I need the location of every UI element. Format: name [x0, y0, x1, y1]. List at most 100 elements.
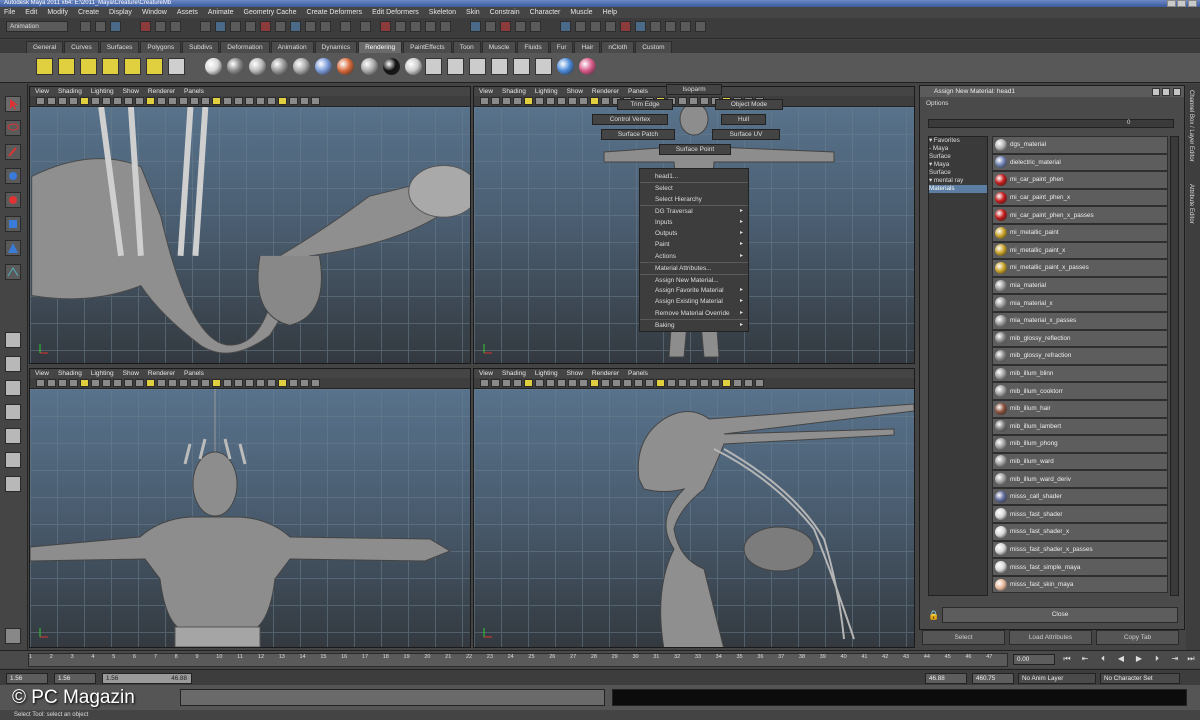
menu-animate[interactable]: Animate [208, 9, 234, 16]
panel-tool-icon[interactable] [234, 97, 243, 105]
tree-node[interactable]: Materials [929, 185, 987, 193]
blinn-material-icon[interactable] [205, 58, 222, 75]
maximize-button[interactable] [1177, 0, 1186, 7]
marking-menu-surface-uv[interactable]: Surface UV [712, 129, 780, 140]
select-by-component-icon[interactable] [500, 21, 511, 32]
panel-tool-icon[interactable] [58, 97, 67, 105]
menu-file[interactable]: File [4, 9, 15, 16]
panel-tool-icon[interactable] [69, 379, 78, 387]
save-scene-icon[interactable] [110, 21, 121, 32]
context-menu-item[interactable]: DG Traversal ▸ [640, 205, 748, 216]
save-scene-icon[interactable] [440, 21, 451, 32]
rename-icon[interactable] [360, 21, 371, 32]
four-view-layout-icon[interactable] [5, 356, 21, 372]
minimize-button[interactable] [1167, 0, 1176, 7]
panel-tool-icon[interactable] [311, 379, 320, 387]
marking-menu-surface-point[interactable]: Surface Point [659, 144, 731, 155]
panel-tool-icon[interactable] [201, 97, 210, 105]
playback-start-field[interactable]: 1.56 [54, 673, 96, 684]
panel-tool-icon[interactable] [80, 97, 89, 105]
panel-tool-icon[interactable] [491, 379, 500, 387]
material-minimize-button[interactable] [1152, 88, 1160, 96]
render-settings-icon[interactable] [635, 21, 646, 32]
panel-menu-lighting[interactable]: Lighting [91, 88, 114, 95]
panel-tool-icon[interactable] [733, 379, 742, 387]
tree-node[interactable]: ▾ Favorites [929, 137, 987, 145]
surface-shader-icon[interactable] [337, 58, 354, 75]
context-menu-item[interactable]: Inputs ▸ [640, 217, 748, 228]
panel-tool-icon[interactable] [311, 97, 320, 105]
panel-menu-shading[interactable]: Shading [58, 88, 82, 95]
panel-tool-icon[interactable] [524, 97, 533, 105]
panel-tool-icon[interactable] [124, 97, 133, 105]
material-item[interactable]: misss_fast_shader_x [992, 523, 1168, 541]
menu-skin[interactable]: Skin [466, 9, 480, 16]
shelf-tab-deformation[interactable]: Deformation [220, 41, 270, 53]
panel-tool-icon[interactable] [480, 97, 489, 105]
menu-help[interactable]: Help [603, 9, 617, 16]
menu-edit[interactable]: Edit [25, 9, 37, 16]
panel-tool-icon[interactable] [234, 379, 243, 387]
create-camera-icon[interactable] [425, 58, 442, 75]
panel-tool-icon[interactable] [579, 379, 588, 387]
panel-tool-icon[interactable] [480, 379, 489, 387]
input-line-icon[interactable] [340, 21, 351, 32]
panel-menu-view[interactable]: View [35, 88, 49, 95]
panel-tool-icon[interactable] [91, 97, 100, 105]
material-item[interactable]: mib_illum_hair [992, 399, 1168, 418]
material-item[interactable]: mib_glossy_reflection [992, 329, 1168, 348]
panel-tool-icon[interactable] [755, 379, 764, 387]
mental-ray-physical-icon[interactable] [579, 58, 596, 75]
panel-menu-panels[interactable]: Panels [184, 370, 204, 377]
snap-plane-icon[interactable] [575, 21, 586, 32]
render-frame-icon[interactable] [275, 21, 286, 32]
lambert-material-icon[interactable] [227, 58, 244, 75]
tree-node[interactable]: ▾ mental ray [929, 177, 987, 185]
panel-tool-icon[interactable] [289, 379, 298, 387]
context-menu-item[interactable]: Material Attributes... [640, 262, 748, 273]
panel-tool-icon[interactable] [601, 97, 610, 105]
copy-tab-button[interactable]: Copy Tab [1096, 630, 1179, 645]
lock-icon[interactable]: 🔒 [928, 610, 939, 620]
panel-tool-icon[interactable] [300, 379, 309, 387]
menu-create-deformers[interactable]: Create Deformers [306, 9, 362, 16]
panel-menu-lighting[interactable]: Lighting [535, 370, 558, 377]
panel-tool-icon[interactable] [135, 379, 144, 387]
scale-tool-icon[interactable] [5, 216, 21, 232]
panel-tool-icon[interactable] [212, 97, 221, 105]
panel-tool-icon[interactable] [744, 379, 753, 387]
show-hypershade-icon[interactable] [650, 21, 661, 32]
filter-slider[interactable]: 0 [928, 119, 1174, 128]
material-maximize-button[interactable] [1162, 88, 1170, 96]
shelf-tab-animation[interactable]: Animation [270, 41, 314, 53]
panel-tool-icon[interactable] [689, 97, 698, 105]
panel-menu-view[interactable]: View [479, 370, 493, 377]
context-menu-item[interactable]: Assign New Material... [640, 273, 748, 285]
shelf-tab-fur[interactable]: Fur [549, 41, 574, 53]
panel-tool-icon[interactable] [36, 97, 45, 105]
paint-select-tool-icon[interactable] [5, 144, 21, 160]
directional-light-icon[interactable] [58, 58, 75, 75]
panel-tool-icon[interactable] [546, 379, 555, 387]
shelf-tab-general[interactable]: General [26, 41, 64, 53]
material-item[interactable]: misss_fast_skin_maya [992, 575, 1168, 594]
panel-tool-icon[interactable] [546, 97, 555, 105]
material-item[interactable]: misss_fast_shader_x_passes [992, 540, 1168, 559]
volume-light-icon[interactable] [146, 58, 163, 75]
load-attributes-button[interactable]: Load Attributes [1009, 630, 1092, 645]
material-item[interactable]: mib_illum_ward [992, 452, 1168, 471]
panel-tool-icon[interactable] [678, 379, 687, 387]
menu-create[interactable]: Create [78, 9, 99, 16]
material-item[interactable]: mib_illum_ward_deriv [992, 470, 1168, 488]
panel-tool-icon[interactable] [656, 379, 665, 387]
hypershade-layout-icon[interactable] [5, 452, 21, 468]
material-item[interactable]: mi_metallic_paint [992, 223, 1168, 242]
shelf-tab-painteffects[interactable]: PaintEffects [403, 41, 452, 53]
material-item[interactable]: mib_illum_cooktorr [992, 382, 1168, 400]
marking-menu-control-vertex[interactable]: Control Vertex [592, 114, 668, 125]
manipulator-tool-icon[interactable] [5, 240, 21, 256]
context-menu-item[interactable]: Outputs ▸ [640, 228, 748, 239]
panel-menu-panels[interactable]: Panels [184, 88, 204, 95]
shelf-tab-subdivs[interactable]: Subdivs [182, 41, 220, 53]
last-tool-icon[interactable] [5, 264, 21, 280]
